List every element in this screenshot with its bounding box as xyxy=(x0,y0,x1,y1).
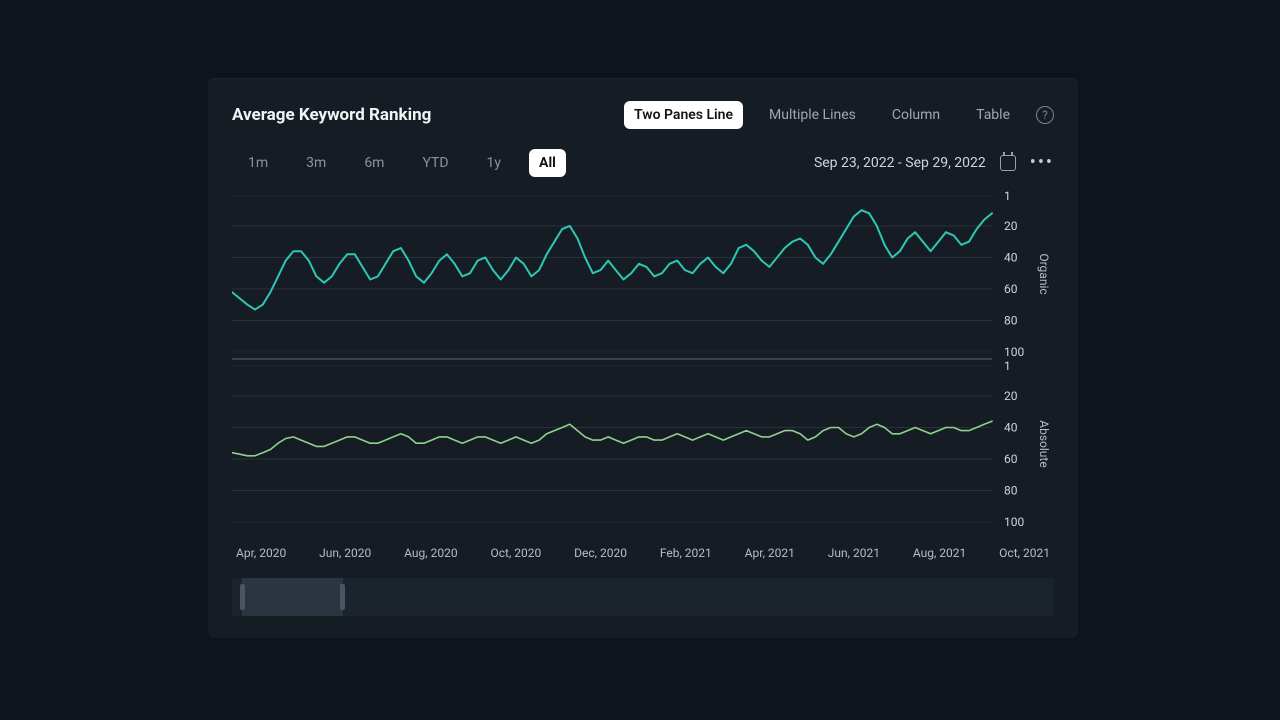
x-tick: Apr, 2020 xyxy=(236,546,286,560)
view-tab-column[interactable]: Column xyxy=(882,101,950,129)
time-brush[interactable] xyxy=(232,578,1054,616)
range-ytd[interactable]: YTD xyxy=(412,149,458,177)
chart-svg: 1 20 40 60 80 100 Organic 1 20 40 60 80 100 Absolute xyxy=(232,190,1052,540)
x-tick: Oct, 2020 xyxy=(490,546,541,560)
view-tab-multiple-lines[interactable]: Multiple Lines xyxy=(759,101,866,129)
svg-text:100: 100 xyxy=(1004,345,1024,359)
chart-area: 1 20 40 60 80 100 Organic 1 20 40 60 80 100 Absolute xyxy=(232,190,1054,540)
range-3m[interactable]: 3m xyxy=(296,149,336,177)
panel-header: Average Keyword Ranking Two Panes Line Mu… xyxy=(232,98,1054,132)
svg-text:1: 1 xyxy=(1004,359,1011,373)
svg-text:60: 60 xyxy=(1004,282,1018,296)
range-all[interactable]: All xyxy=(529,149,566,177)
brush-handle-left[interactable] xyxy=(240,584,245,610)
x-axis: Apr, 2020 Jun, 2020 Aug, 2020 Oct, 2020 Dec,… xyxy=(232,546,1054,560)
svg-text:20: 20 xyxy=(1004,389,1018,403)
view-tab-two-panes-line[interactable]: Two Panes Line xyxy=(624,101,743,129)
x-tick: Dec, 2020 xyxy=(574,546,627,560)
svg-text:80: 80 xyxy=(1004,483,1018,497)
help-icon[interactable]: ? xyxy=(1036,106,1054,124)
svg-text:20: 20 xyxy=(1004,219,1018,233)
range-1y[interactable]: 1y xyxy=(477,149,512,177)
more-menu-icon[interactable]: ••• xyxy=(1030,159,1054,167)
svg-text:Organic: Organic xyxy=(1037,253,1051,294)
svg-text:40: 40 xyxy=(1004,250,1018,264)
x-tick: Jun, 2020 xyxy=(319,546,371,560)
range-6m[interactable]: 6m xyxy=(354,149,394,177)
range-1m[interactable]: 1m xyxy=(238,149,278,177)
x-tick: Aug, 2020 xyxy=(404,546,457,560)
brush-selection[interactable] xyxy=(242,578,343,616)
view-tab-table[interactable]: Table xyxy=(966,101,1020,129)
svg-text:60: 60 xyxy=(1004,452,1018,466)
x-tick: Apr, 2021 xyxy=(745,546,795,560)
svg-text:80: 80 xyxy=(1004,313,1018,327)
time-range-switcher: 1m 3m 6m YTD 1y All xyxy=(232,149,566,177)
x-tick: Oct, 2021 xyxy=(999,546,1050,560)
calendar-icon[interactable] xyxy=(1000,155,1016,171)
svg-text:1: 1 xyxy=(1004,190,1011,203)
date-range-block: Sep 23, 2022 - Sep 29, 2022 ••• xyxy=(814,155,1054,171)
chart-panel: Average Keyword Ranking Two Panes Line Mu… xyxy=(208,78,1078,638)
date-range-text: Sep 23, 2022 - Sep 29, 2022 xyxy=(814,155,986,171)
view-switcher: Two Panes LineMultiple LinesColumnTable … xyxy=(624,101,1054,129)
brush-handle-right[interactable] xyxy=(340,584,345,610)
panel-title: Average Keyword Ranking xyxy=(232,105,431,125)
x-tick: Feb, 2021 xyxy=(660,546,712,560)
panel-subheader: 1m 3m 6m YTD 1y All Sep 23, 2022 - Sep 29, 20… xyxy=(232,146,1054,180)
svg-text:100: 100 xyxy=(1004,515,1024,529)
svg-text:Absolute: Absolute xyxy=(1037,420,1051,467)
x-tick: Aug, 2021 xyxy=(913,546,966,560)
x-tick: Jun, 2021 xyxy=(828,546,880,560)
svg-text:40: 40 xyxy=(1004,420,1018,434)
